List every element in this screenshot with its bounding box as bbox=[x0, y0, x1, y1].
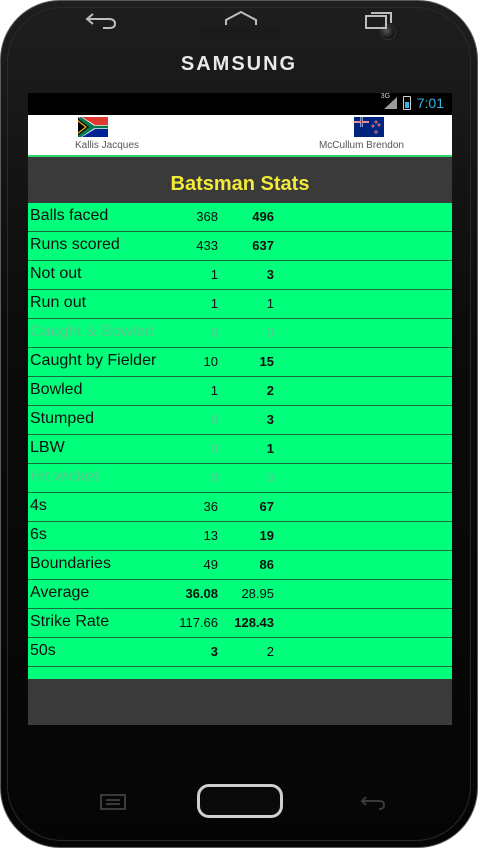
south-africa-flag-icon bbox=[78, 117, 108, 137]
stat-label: Strike Rate bbox=[30, 613, 110, 630]
stat-value-right: 0 bbox=[266, 470, 274, 485]
stat-value-right: 496 bbox=[252, 209, 274, 224]
stat-label: Average bbox=[30, 584, 90, 601]
home-key-icon[interactable] bbox=[223, 9, 259, 31]
stat-label: Caught by Fielder bbox=[30, 352, 157, 369]
stat-row[interactable]: Runs scored 433 637 bbox=[28, 232, 452, 261]
stat-value-left: 36 bbox=[203, 499, 218, 514]
stat-row[interactable]: Balls faced 368 496 bbox=[28, 203, 452, 232]
stats-table[interactable]: Balls faced 368 496 Runs scored 433 637 Not ou… bbox=[28, 203, 452, 679]
players-header: Kallis Jacques McCullum Brendon bbox=[28, 115, 452, 157]
stat-value-right: 67 bbox=[259, 499, 274, 514]
stat-row[interactable]: Average 36.08 28.95 bbox=[28, 580, 452, 609]
page-title: Batsman Stats bbox=[170, 173, 310, 195]
stat-value-right: 28.95 bbox=[241, 586, 274, 601]
stat-value-right: 128.43 bbox=[234, 615, 274, 630]
home-button[interactable] bbox=[197, 784, 283, 818]
screen: 3G 7:01 Kallis Jacques McCullum Brendon … bbox=[28, 93, 452, 725]
stat-value-left: 0 bbox=[210, 412, 218, 427]
back-key-icon[interactable] bbox=[85, 9, 119, 31]
battery-icon bbox=[402, 96, 411, 110]
stat-value-left: 3 bbox=[210, 644, 218, 659]
stat-value-right: 1 bbox=[266, 296, 274, 311]
stat-label: Balls faced bbox=[30, 207, 109, 224]
stat-value-left: 433 bbox=[196, 238, 218, 253]
stat-row[interactable]: LBW 0 1 bbox=[28, 435, 452, 464]
stat-value-left: 1 bbox=[210, 296, 218, 311]
stat-value-left: 368 bbox=[196, 209, 218, 224]
stat-value-left: 0 bbox=[210, 470, 218, 485]
stat-label: 6s bbox=[30, 526, 47, 543]
status-bar: 3G 7:01 bbox=[28, 93, 452, 115]
stat-value-right: 3 bbox=[266, 412, 274, 427]
network-type: 3G bbox=[380, 93, 391, 100]
stat-row[interactable]: Stumped 0 3 bbox=[28, 406, 452, 435]
stat-label: 50s bbox=[30, 642, 56, 659]
recent-apps-key-icon[interactable] bbox=[363, 9, 395, 31]
stat-label: Not out bbox=[30, 265, 82, 282]
stat-value-left: 13 bbox=[203, 528, 218, 543]
stat-value-left: 0 bbox=[210, 441, 218, 456]
stat-label: Stumped bbox=[30, 410, 95, 427]
device-brand: SAMSUNG bbox=[180, 53, 298, 75]
stat-value-right: 2 bbox=[266, 383, 274, 398]
stat-label: Hit wicket bbox=[30, 468, 99, 485]
stat-label: LBW bbox=[30, 439, 65, 456]
stat-label: Caught & Bowled bbox=[30, 323, 154, 340]
stat-value-right: 19 bbox=[259, 528, 274, 543]
stat-value-right: 0 bbox=[266, 325, 274, 340]
phone-frame: SAMSUNG 3G 7:01 Kallis Jacques McCullum … bbox=[0, 0, 478, 848]
stat-row[interactable]: Caught by Fielder 10 15 bbox=[28, 348, 452, 377]
new-zealand-flag-icon bbox=[354, 117, 384, 137]
stat-value-right: 3 bbox=[266, 267, 274, 282]
stat-value-left: 49 bbox=[203, 557, 218, 572]
stat-value-right: 15 bbox=[259, 354, 274, 369]
stat-row[interactable]: 4s 36 67 bbox=[28, 493, 452, 522]
signal-icon: 3G bbox=[380, 93, 397, 110]
stat-label: 4s bbox=[30, 497, 47, 514]
stat-row[interactable]: Run out 1 1 bbox=[28, 290, 452, 319]
stat-row[interactable]: Caught & Bowled 0 0 bbox=[28, 319, 452, 348]
stat-value-left: 0 bbox=[210, 325, 218, 340]
stat-value-left: 10 bbox=[203, 354, 218, 369]
player-right-name: McCullum Brendon bbox=[318, 140, 404, 151]
stat-value-right: 86 bbox=[259, 557, 274, 572]
stat-value-left: 36.08 bbox=[185, 586, 218, 601]
stat-row[interactable]: Hit wicket 0 0 bbox=[28, 464, 452, 493]
stat-row[interactable]: Not out 1 3 bbox=[28, 261, 452, 290]
stat-value-right: 1 bbox=[266, 441, 274, 456]
menu-key-icon[interactable] bbox=[99, 793, 127, 811]
stat-value-left: 1 bbox=[210, 383, 218, 398]
status-clock: 7:01 bbox=[416, 95, 444, 111]
stat-value-left: 1 bbox=[210, 267, 218, 282]
stat-row[interactable]: Bowled 1 2 bbox=[28, 377, 452, 406]
stat-row[interactable]: 50s 3 2 bbox=[28, 638, 452, 667]
stat-label: Run out bbox=[30, 294, 87, 311]
stat-row[interactable]: 6s 13 19 bbox=[28, 522, 452, 551]
return-key-icon[interactable] bbox=[359, 793, 387, 811]
stat-value-right: 2 bbox=[266, 644, 274, 659]
stat-row[interactable]: Boundaries 49 86 bbox=[28, 551, 452, 580]
stat-label: Boundaries bbox=[30, 555, 111, 572]
stat-label: Bowled bbox=[30, 381, 83, 398]
stat-value-left: 117.66 bbox=[179, 615, 218, 630]
stat-value-right: 637 bbox=[252, 238, 274, 253]
stat-label: Runs scored bbox=[30, 236, 120, 253]
stat-row[interactable]: Strike Rate 117.66 128.43 bbox=[28, 609, 452, 638]
player-left-name: Kallis Jacques bbox=[75, 140, 139, 151]
